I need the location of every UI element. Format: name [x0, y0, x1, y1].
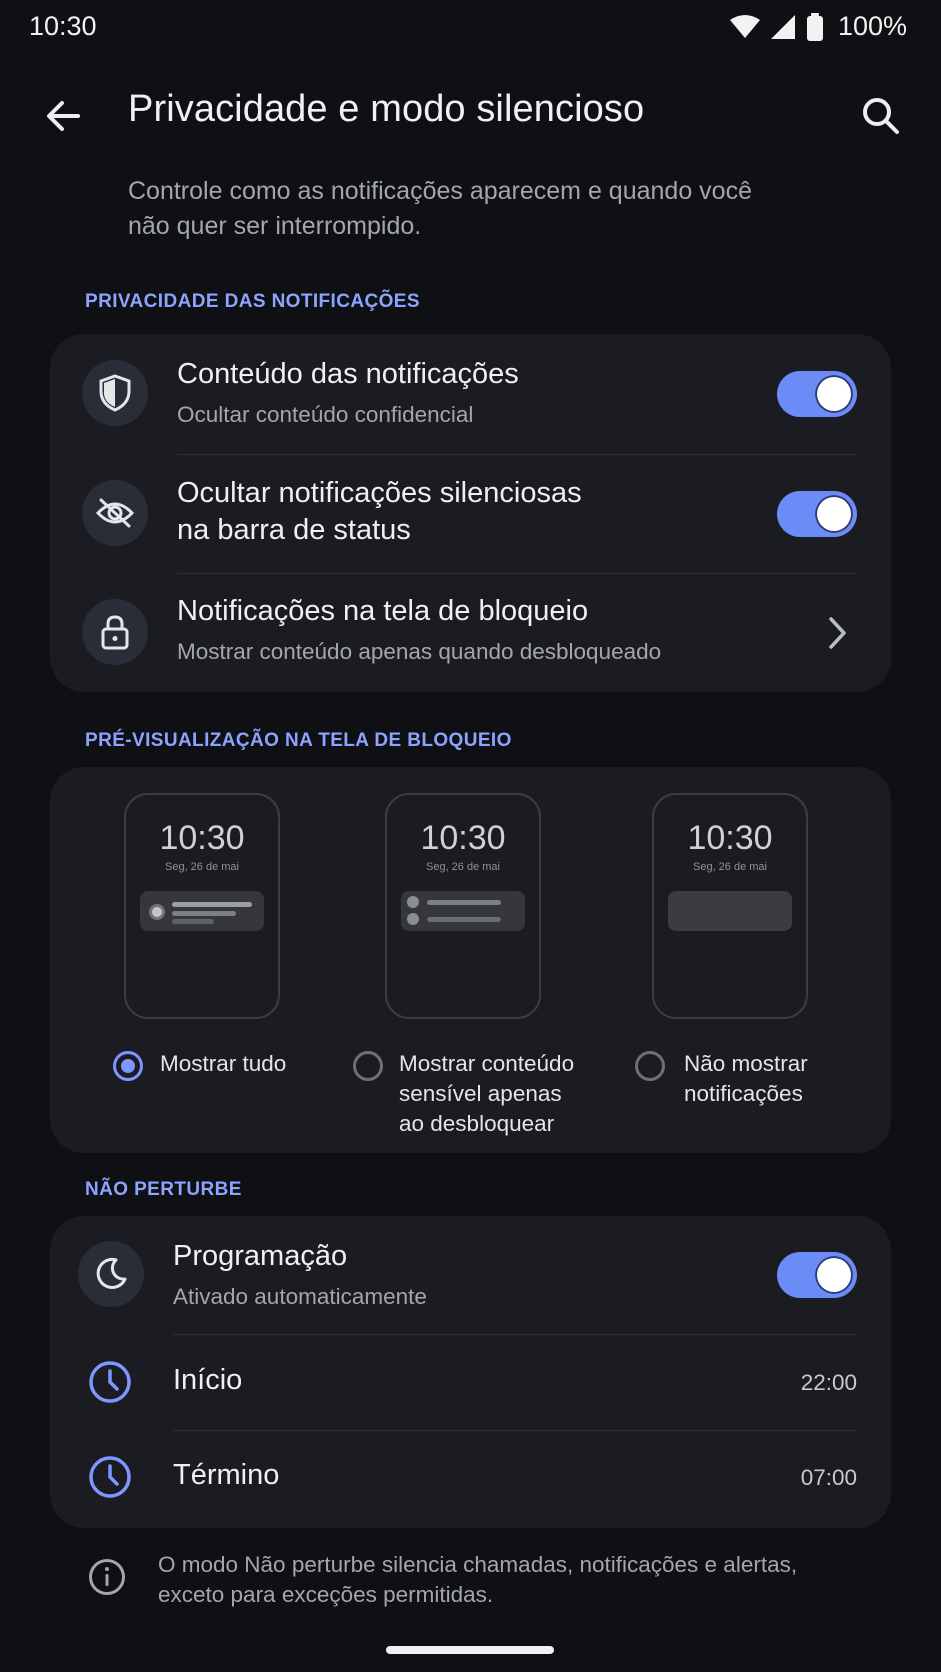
lockscreen-notifications-row[interactable]: Notificações na tela de bloqueio Mostrar…	[50, 573, 891, 692]
hide-silent-notifications-row[interactable]: Ocultar notificações silenciosas na barr…	[50, 454, 891, 573]
row-subtitle: Mostrar conteúdo apenas quando desbloque…	[177, 639, 662, 664]
preview-date: Seg, 26 de mai	[165, 861, 239, 873]
radio-label-sensitive: Mostrar conteúdo sensível apenas ao desb…	[399, 1051, 575, 1136]
dnd-end-row[interactable]: Término 07:00	[50, 1430, 891, 1528]
preview-hide[interactable]: 10:30 Seg, 26 de mai	[652, 793, 808, 1019]
eye-off-icon	[82, 480, 148, 546]
dnd-start-label: Início	[173, 1364, 243, 1396]
search-button[interactable]	[857, 92, 905, 140]
preview-notification	[140, 891, 264, 931]
back-button[interactable]	[40, 92, 88, 140]
row-subtitle: Ocultar conteúdo confidencial	[177, 402, 474, 427]
battery-percent: 100%	[837, 11, 907, 41]
preview-time: 10:30	[420, 819, 506, 857]
preview-notification-placeholder	[668, 891, 792, 931]
dnd-end-value: 07:00	[800, 1465, 857, 1490]
preview-time: 10:30	[159, 819, 245, 857]
home-indicator[interactable]	[386, 1646, 554, 1654]
privacy-card: Conteúdo das notificações Ocultar conteú…	[50, 334, 891, 692]
clock-icon	[89, 1456, 131, 1498]
preview-sensitive[interactable]: 10:30 Seg, 26 de mai	[385, 793, 541, 1019]
hide-silent-toggle[interactable]	[777, 491, 857, 537]
page-title: Privacidade e modo silencioso	[128, 88, 645, 130]
notification-content-toggle[interactable]	[777, 371, 857, 417]
app-bar: Privacidade e modo silencioso	[0, 80, 941, 150]
dnd-end-label: Término	[173, 1459, 280, 1491]
section-header-dnd: NÃO PERTURBE	[85, 1179, 242, 1200]
row-title: Conteúdo das notificações	[177, 358, 519, 390]
lockscreen-preview-card: 10:30 Seg, 26 de mai 10:30 Seg, 26 de ma…	[50, 767, 891, 1153]
arrow-back-icon	[47, 101, 80, 131]
dnd-start-value: 22:00	[800, 1370, 857, 1395]
radio-sensitive-on-unlock[interactable]	[353, 1051, 383, 1081]
status-time: 10:30	[29, 11, 97, 41]
dnd-info-note: O modo Não perturbe silencia chamadas, n…	[158, 1552, 798, 1607]
preview-show-all[interactable]: 10:30 Seg, 26 de mai	[124, 793, 280, 1019]
row-title: Ocultar notificações silenciosas na barr…	[177, 477, 582, 546]
moon-icon	[78, 1241, 144, 1307]
radio-label-hide: Não mostrar notificações	[684, 1051, 808, 1106]
row-subtitle: Ativado automaticamente	[173, 1284, 427, 1309]
dnd-schedule-toggle[interactable]	[777, 1252, 857, 1298]
radio-hide-notifications[interactable]	[635, 1051, 665, 1081]
radio-label-show-all: Mostrar tudo	[160, 1051, 287, 1076]
battery-icon	[806, 12, 823, 41]
info-icon	[89, 1559, 125, 1595]
dnd-start-row[interactable]: Início 22:00	[50, 1334, 891, 1430]
notification-content-row[interactable]: Conteúdo das notificações Ocultar conteú…	[50, 334, 891, 454]
section-header-lockscreen: PRÉ-VISUALIZAÇÃO NA TELA DE BLOQUEIO	[85, 730, 512, 751]
wifi-icon	[729, 14, 760, 38]
preview-notification	[401, 891, 525, 931]
lock-icon	[82, 599, 148, 665]
clock-icon	[89, 1361, 131, 1403]
signal-icon	[770, 14, 795, 39]
chevron-right-icon	[829, 617, 846, 649]
page-description: Controle como as notificações aparecem e…	[128, 177, 752, 240]
search-icon	[863, 98, 899, 134]
shield-icon	[82, 360, 148, 426]
preview-time: 10:30	[687, 819, 773, 857]
radio-show-all[interactable]	[113, 1051, 143, 1081]
status-bar: 10:30 100%	[0, 0, 941, 56]
toggle-knob	[815, 495, 853, 533]
preview-date: Seg, 26 de mai	[426, 861, 500, 873]
row-title: Notificações na tela de bloqueio	[177, 595, 589, 627]
row-title: Programação	[173, 1240, 348, 1272]
dnd-card: Programação Ativado automaticamente Iníc…	[50, 1216, 891, 1528]
toggle-knob	[815, 375, 853, 413]
dnd-schedule-row[interactable]: Programação Ativado automaticamente	[50, 1216, 891, 1334]
preview-date: Seg, 26 de mai	[693, 861, 767, 873]
toggle-knob	[815, 1256, 853, 1294]
status-icons: 100%	[729, 11, 907, 42]
section-header-privacy: PRIVACIDADE DAS NOTIFICAÇÕES	[85, 291, 420, 312]
